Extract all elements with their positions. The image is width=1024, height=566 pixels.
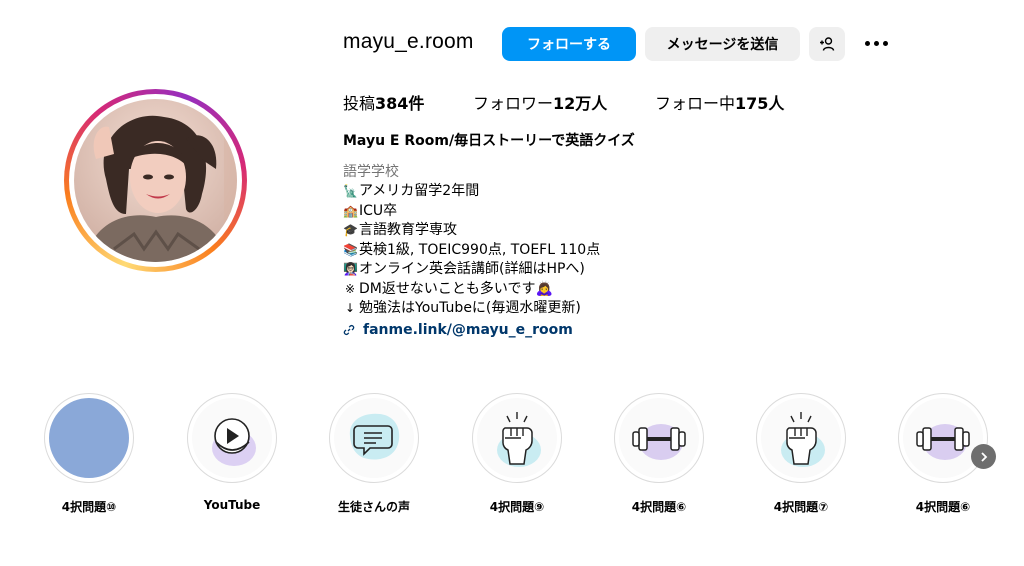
person-plus-icon <box>820 37 835 51</box>
chevron-right-icon <box>980 451 987 462</box>
link-icon <box>343 325 355 336</box>
highlight-label: 4択問題⑨ <box>489 500 545 514</box>
bio-line: 👩🏻‍🏫オンライン英会話講師(詳細はHPへ) <box>343 260 635 280</box>
profile-username: mayu_e.room <box>343 30 474 53</box>
bio-line-text: DM返せないことも多いです🙇‍♀️ <box>359 280 553 297</box>
bio-category: 語学学校 <box>343 163 399 180</box>
highlight-label: 4択問題⑩ <box>61 500 117 514</box>
highlight-label: YouTube <box>203 498 261 512</box>
bio-line-text: オンライン英会話講師(詳細はHPへ) <box>359 261 585 277</box>
highlight-cover <box>44 393 134 483</box>
avatar[interactable] <box>74 99 237 262</box>
avatar-photo-illustration <box>74 99 237 262</box>
posts-count: 投稿 384件 <box>343 90 424 114</box>
posts-label: 投稿 <box>343 94 376 113</box>
profile-avatar-ring[interactable] <box>64 89 247 272</box>
bio-line-text: 勉強法はYouTubeに(毎週水曜更新) <box>359 300 581 316</box>
bio-display-name: Mayu E Room/毎日ストーリーで英語クイズ <box>343 133 635 149</box>
avatar-frame <box>69 94 242 267</box>
bio-line-text: アメリカ留学2年間 <box>359 183 480 199</box>
message-button[interactable]: メッセージを送信 <box>645 27 800 61</box>
bio-line: 🏫ICU卒 <box>343 202 635 222</box>
chat-icon <box>334 398 414 478</box>
statue-of-liberty-icon: 🗽 <box>343 184 358 198</box>
highlight-label: 生徒さんの声 <box>337 500 410 514</box>
highlight-cover <box>898 393 988 483</box>
follow-button[interactable]: フォローする <box>502 27 636 61</box>
bio-line-text: 言語教育学専攻 <box>359 222 457 238</box>
highlight-cover <box>329 393 419 483</box>
fist-icon <box>761 398 841 478</box>
suggested-accounts-button[interactable] <box>809 27 845 61</box>
bio-line: 🗽アメリカ留学2年間 <box>343 182 635 202</box>
blue-fill-icon <box>49 398 129 478</box>
story-highlight[interactable]: 4択問題⑩ <box>43 393 135 515</box>
bio-line-text: ICU卒 <box>359 202 398 219</box>
following-count[interactable]: フォロー中 175人 <box>655 90 784 114</box>
story-highlight[interactable]: 生徒さんの声 <box>328 393 420 515</box>
highlight-cover <box>472 393 562 483</box>
more-options-icon[interactable] <box>862 33 890 53</box>
story-highlight[interactable]: 4択問題⑦ <box>755 393 847 515</box>
story-highlight[interactable]: 4択問題⑨ <box>471 393 563 515</box>
bio-external-link[interactable]: fanme.link/@mayu_e_room <box>343 321 635 341</box>
highlights-next-button[interactable] <box>971 444 996 469</box>
profile-bio: Mayu E Room/毎日ストーリーで英語クイズ 語学学校 🗽アメリカ留学2年… <box>343 132 635 340</box>
highlight-label: 4択問題⑥ <box>631 500 687 514</box>
down-arrow-icon: ↓ <box>344 301 356 315</box>
dumbbell-icon <box>619 398 699 478</box>
graduation-cap-icon: 🎓 <box>343 223 358 237</box>
story-highlight[interactable]: YouTube <box>186 393 278 512</box>
highlight-cover <box>756 393 846 483</box>
followers-count[interactable]: フォロワー 12万人 <box>473 90 607 114</box>
play-icon <box>192 398 272 478</box>
highlight-cover <box>614 393 704 483</box>
bio-link-text: fanme.link/@mayu_e_room <box>363 321 573 338</box>
bio-line: 🎓言語教育学専攻 <box>343 221 635 241</box>
books-icon: 📚 <box>343 242 358 257</box>
bio-line: ※ DM返せないことも多いです🙇‍♀️ <box>343 280 635 300</box>
school-icon: 🏫 <box>343 203 358 218</box>
story-highlight[interactable]: 4択問題⑥ <box>613 393 705 515</box>
following-value: 175人 <box>735 94 785 113</box>
followers-value: 12万人 <box>553 94 608 113</box>
highlight-label: 4択問題⑦ <box>773 500 829 514</box>
reference-mark-icon: ※ <box>344 281 356 296</box>
bio-line: 📚英検1級, TOEIC990点, TOEFL 110点 <box>343 241 635 261</box>
bio-line: ↓ 勉強法はYouTubeに(毎週水曜更新) <box>343 299 635 319</box>
dumbbell-icon <box>903 398 983 478</box>
bio-line-text: 英検1級, TOEIC990点, TOEFL 110点 <box>359 241 601 258</box>
followers-label: フォロワー <box>473 94 554 113</box>
highlight-cover <box>187 393 277 483</box>
teacher-icon: 👩🏻‍🏫 <box>343 262 358 276</box>
following-label: フォロー中 <box>655 94 736 113</box>
posts-value: 384件 <box>375 94 425 113</box>
fist-icon <box>477 398 557 478</box>
highlight-label: 4択問題⑥ <box>915 500 971 514</box>
